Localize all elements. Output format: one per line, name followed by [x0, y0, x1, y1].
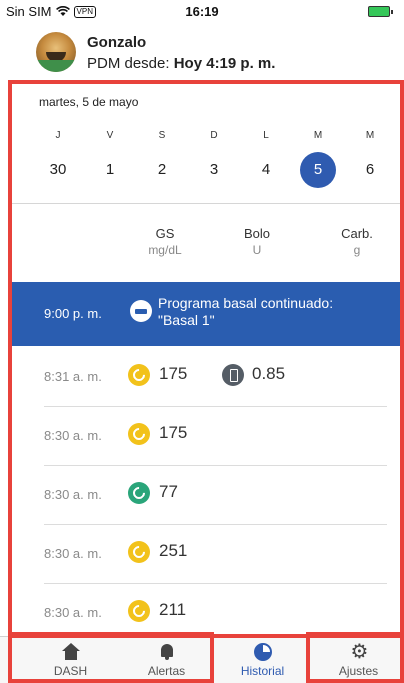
row-time: 8:31 a. m.: [44, 369, 102, 384]
day-letter: M: [365, 130, 375, 141]
day-sat[interactable]: S 2: [142, 130, 182, 188]
day-wed[interactable]: M 6: [350, 130, 390, 188]
divider: [12, 203, 404, 204]
history-row[interactable]: 8:30 a. m. 251: [12, 525, 404, 584]
day-letter: V: [106, 130, 114, 141]
glucose-value: 77: [159, 482, 178, 501]
column-bolo: Bolo U: [222, 226, 292, 257]
day-tue-selected[interactable]: M 5: [298, 130, 338, 188]
history-row[interactable]: 8:30 a. m. 77: [12, 466, 404, 525]
history-row[interactable]: 8:30 a. m. 175: [12, 407, 404, 466]
column-carb-label: Carb.: [341, 226, 373, 241]
bolus-value: 0.85: [252, 364, 286, 383]
column-gs-unit: mg/dL: [148, 243, 182, 257]
day-thu[interactable]: J 30: [38, 130, 78, 188]
day-letter: J: [55, 130, 61, 141]
tab-historial-label: Historial: [240, 664, 285, 678]
glucose-icon: [128, 423, 150, 445]
glucose-value: 175: [159, 423, 188, 442]
tab-historial[interactable]: Historial: [212, 637, 313, 683]
day-number: 30: [49, 161, 67, 178]
battery-icon: [368, 6, 393, 17]
user-name: Gonzalo: [87, 34, 147, 51]
home-icon: [60, 643, 82, 661]
day-letter: S: [158, 130, 166, 141]
glucose-icon: [128, 482, 150, 504]
day-number: 4: [261, 161, 271, 178]
day-number: 5: [300, 152, 336, 188]
row-time: 8:30 a. m.: [44, 605, 102, 620]
pdm-label: PDM desde:: [87, 55, 174, 72]
bolus-icon: [222, 364, 244, 386]
row-time: 8:30 a. m.: [44, 428, 102, 443]
tab-ajustes-label: Ajustes: [338, 664, 379, 678]
basal-event-line1: Programa basal continuado:: [158, 295, 334, 311]
glucose-value: 211: [159, 600, 187, 619]
tab-dash-label: DASH: [53, 664, 88, 678]
selected-date-label: martes, 5 de mayo: [39, 95, 139, 109]
basal-event-row[interactable]: 9:00 p. m. Programa basal continuado: "B…: [12, 282, 404, 346]
column-carb: Carb. g: [322, 226, 392, 257]
day-fri[interactable]: V 1: [90, 130, 130, 188]
bell-icon: [156, 643, 178, 661]
day-number: 6: [365, 161, 375, 178]
day-number: 2: [157, 161, 167, 178]
basal-event-text: Programa basal continuado: "Basal 1": [158, 295, 333, 329]
history-row[interactable]: 8:31 a. m. 175 0.85: [12, 348, 404, 407]
pdm-value: Hoy 4:19 p. m.: [173, 55, 276, 72]
history-icon: [253, 643, 272, 661]
row-time: 8:30 a. m.: [44, 487, 102, 502]
day-number: 3: [209, 161, 219, 178]
pod-icon: [130, 300, 152, 322]
tab-alertas-label: Alertas: [147, 664, 186, 678]
tab-ajustes[interactable]: Ajustes: [308, 637, 404, 683]
pdm-since: PDM desde: Hoy 4:19 p. m.: [87, 55, 275, 72]
row-time: 8:30 a. m.: [44, 546, 102, 561]
column-bolo-unit: U: [252, 243, 262, 257]
status-time: 16:19: [185, 4, 219, 19]
day-letter: M: [313, 130, 323, 141]
tab-dash[interactable]: DASH: [20, 637, 121, 683]
header: Gonzalo PDM desde: Hoy 4:19 p. m.: [0, 26, 404, 78]
glucose-value: 251: [159, 541, 188, 560]
basal-event-time: 9:00 p. m.: [44, 306, 102, 321]
week-strip: J 30 V 1 S 2 D 3 L 4 M 5 M 6: [30, 130, 400, 190]
day-number: 1: [105, 161, 115, 178]
column-bolo-label: Bolo: [243, 226, 271, 241]
basal-event-line2: "Basal 1": [158, 312, 215, 328]
glucose-icon: [128, 541, 150, 563]
day-letter: D: [210, 130, 218, 141]
column-gs: GS mg/dL: [130, 226, 200, 257]
column-carb-unit: g: [353, 243, 361, 257]
day-sun[interactable]: D 3: [194, 130, 234, 188]
glucose-icon: [128, 600, 150, 622]
glucose-value: 175: [159, 364, 188, 383]
tab-bar: DASH Alertas Historial Ajustes: [0, 636, 404, 683]
gear-icon: [348, 639, 370, 663]
day-letter: L: [263, 130, 269, 141]
status-bar: Sin SIM VPN 16:19: [0, 0, 404, 24]
tab-alertas[interactable]: Alertas: [116, 637, 217, 683]
glucose-icon: [128, 364, 150, 386]
history-row[interactable]: 8:30 a. m. 211: [12, 584, 404, 643]
column-gs-label: GS: [155, 226, 175, 241]
day-mon[interactable]: L 4: [246, 130, 286, 188]
avatar[interactable]: [36, 32, 76, 72]
